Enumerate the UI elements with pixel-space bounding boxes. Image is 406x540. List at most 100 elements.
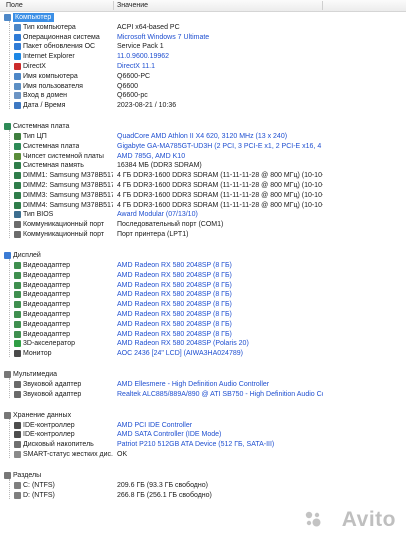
tree-guide-line	[9, 20, 11, 109]
item-row[interactable]: Системная память 16384 МБ (DDR3 SDRAM)	[0, 161, 406, 170]
item-value[interactable]: Gigabyte GA-MA785GT-UD3H (2 PCI, 3 PCI-E…	[117, 142, 323, 151]
column-divider[interactable]	[113, 1, 114, 10]
item-row[interactable]: IDE-контроллер AMD PCI IDE Controller	[0, 421, 406, 430]
section-3[interactable]: Дисплей	[0, 251, 406, 260]
item-row[interactable]: Звуковой адаптер Realtek ALC885/889A/890 …	[0, 390, 406, 399]
windows-icon	[14, 43, 21, 51]
item-row[interactable]: Видеоадаптер AMD Radeon RX 580 2048SP (8 …	[0, 290, 406, 299]
item-label: Дисковый накопитель	[23, 441, 94, 449]
item-row[interactable]: 3D-акселератор AMD Radeon RX 580 2048SP (…	[0, 339, 406, 348]
item-value: Q6600-pc	[117, 92, 148, 100]
item-row[interactable]: DIMM3: Samsung M378B517... 4 ГБ DDR3-1600…	[0, 191, 406, 200]
item-row[interactable]: Имя компьютера Q6600-PC	[0, 72, 406, 81]
item-value: 4 ГБ DDR3-1600 DDR3 SDRAM (11-11-11-28 @…	[117, 191, 323, 199]
item-row[interactable]: Звуковой адаптер AMD Ellesmere - High Def…	[0, 380, 406, 389]
item-value[interactable]: AMD Radeon RX 580 2048SP (8 ГБ)	[117, 271, 232, 280]
item-value[interactable]: AMD Radeon RX 580 2048SP (8 ГБ)	[117, 330, 232, 339]
item-row[interactable]: Тип ЦП QuadCore AMD Athlon II X4 620, 312…	[0, 132, 406, 141]
item-row[interactable]: Internet Explorer 11.0.9600.19962	[0, 52, 406, 61]
item-value[interactable]: AMD Radeon RX 580 2048SP (8 ГБ)	[117, 300, 232, 309]
item-row[interactable]: Чипсет системной платы AMD 785G, AMD K10	[0, 152, 406, 161]
item-row[interactable]: Видеоадаптер AMD Radeon RX 580 2048SP (8 …	[0, 310, 406, 319]
item-value[interactable]: Microsoft Windows 7 Ultimate	[117, 33, 209, 42]
item-row[interactable]: Дата / Время 2023-08-21 / 10:36	[0, 101, 406, 110]
item-value[interactable]: DirectX 11.1	[117, 62, 155, 71]
section-1[interactable]: Компьютер	[0, 13, 406, 22]
tree-guide-line	[9, 130, 11, 238]
memory-icon	[14, 162, 21, 170]
section-4[interactable]: Мультимедиа	[0, 370, 406, 379]
item-row[interactable]: DIMM1: Samsung M378B517... 4 ГБ DDR3-1600…	[0, 171, 406, 180]
value-column-header[interactable]: Значение	[117, 2, 148, 9]
video-adapter-icon	[14, 330, 21, 338]
column-divider[interactable]	[322, 1, 323, 10]
smart-status-icon	[14, 451, 21, 459]
item-value[interactable]: Award Modular (07/13/10)	[117, 210, 198, 219]
item-row[interactable]: Коммуникационный порт Последовательный по…	[0, 220, 406, 229]
section-5[interactable]: Хранение данных	[0, 411, 406, 420]
item-row[interactable]: DIMM4: Samsung M378B517... 4 ГБ DDR3-1600…	[0, 201, 406, 210]
item-label: Видеоадаптер	[23, 320, 71, 328]
item-value[interactable]: AMD Radeon RX 580 2048SP (8 ГБ)	[117, 290, 232, 299]
section-2[interactable]: Системная плата	[0, 122, 406, 131]
item-label: IDE-контроллер	[23, 421, 75, 429]
item-value[interactable]: Patriot P210 512GB ATA Device (512 ГБ, S…	[117, 440, 274, 449]
item-row[interactable]: Видеоадаптер AMD Radeon RX 580 2048SP (8 …	[0, 300, 406, 309]
item-value[interactable]: AMD PCI IDE Controller	[117, 421, 192, 430]
item-row[interactable]: Вход в домен Q6600-pc	[0, 91, 406, 100]
item-value[interactable]: 11.0.9600.19962	[117, 52, 169, 61]
item-row[interactable]: Пакет обновления ОС Service Pack 1	[0, 42, 406, 51]
avito-logo-icon	[305, 511, 321, 527]
item-value[interactable]: AMD Radeon RX 580 2048SP (8 ГБ)	[117, 320, 232, 329]
partition-icon	[14, 491, 21, 499]
item-row[interactable]: IDE-контроллер AMD SATA Controller (IDE M…	[0, 430, 406, 439]
item-value[interactable]: AMD Radeon RX 580 2048SP (8 ГБ)	[117, 261, 232, 270]
item-label: Internet Explorer	[23, 53, 75, 61]
item-row[interactable]: Дисковый накопитель Patriot P210 512GB AT…	[0, 440, 406, 449]
memory-icon	[14, 172, 21, 180]
item-row[interactable]: Системная плата Gigabyte GA-MA785GT-UD3H …	[0, 142, 406, 151]
item-label: Системная плата	[23, 142, 80, 150]
item-label: Коммуникационный порт	[23, 221, 105, 229]
field-column-header[interactable]: Поле	[6, 2, 23, 9]
item-label: Коммуникационный порт	[23, 231, 105, 239]
tree-guide-line	[9, 378, 11, 398]
memory-icon	[14, 182, 21, 190]
item-value[interactable]: AMD Radeon RX 580 2048SP (Polaris 20)	[117, 339, 249, 348]
item-label: C: (NTFS)	[23, 481, 55, 489]
item-row[interactable]: Операционная система Microsoft Windows 7 …	[0, 33, 406, 42]
item-label: Имя компьютера	[23, 72, 78, 80]
item-value[interactable]: AMD Ellesmere - High Definition Audio Co…	[117, 380, 269, 389]
domain-icon	[14, 92, 21, 100]
item-value[interactable]: Realtek ALC885/889A/890 @ ATI SB750 - Hi…	[117, 390, 323, 399]
item-value[interactable]: AOC 2436 [24" LCD] (AIWA3HA024789)	[117, 349, 243, 358]
item-value[interactable]: AMD Radeon RX 580 2048SP (8 ГБ)	[117, 281, 232, 290]
item-row[interactable]: D: (NTFS) 266.8 ГБ (256.1 ГБ свободно)	[0, 491, 406, 500]
item-row[interactable]: Коммуникационный порт Порт принтера (LPT1…	[0, 230, 406, 239]
item-row[interactable]: C: (NTFS) 209.6 ГБ (93.3 ГБ свободно)	[0, 481, 406, 490]
item-row[interactable]: Имя пользователя Q6600	[0, 82, 406, 91]
item-row[interactable]: Видеоадаптер AMD Radeon RX 580 2048SP (8 …	[0, 271, 406, 280]
item-value: Q6600-PC	[117, 72, 151, 80]
item-row[interactable]: DIMM2: Samsung M378B517... 4 ГБ DDR3-1600…	[0, 181, 406, 190]
item-row[interactable]: Видеоадаптер AMD Radeon RX 580 2048SP (8 …	[0, 330, 406, 339]
item-row[interactable]: Монитор AOC 2436 [24" LCD] (AIWA3HA024789…	[0, 349, 406, 358]
item-label: Имя пользователя	[23, 82, 83, 90]
item-row[interactable]: SMART-статус жестких дис... OK	[0, 450, 406, 459]
item-row[interactable]: Видеоадаптер AMD Radeon RX 580 2048SP (8 …	[0, 261, 406, 270]
item-row[interactable]: Тип компьютера ACPI x64-based PC	[0, 23, 406, 32]
item-value[interactable]: AMD Radeon RX 580 2048SP (8 ГБ)	[117, 310, 232, 319]
watermark: Avito	[341, 508, 396, 531]
item-value[interactable]: AMD 785G, AMD K10	[117, 152, 185, 161]
column-header: Поле Значение	[0, 0, 406, 12]
item-row[interactable]: Видеоадаптер AMD Radeon RX 580 2048SP (8 …	[0, 281, 406, 290]
item-label: Дата / Время	[23, 102, 66, 110]
item-value[interactable]: AMD SATA Controller (IDE Mode)	[117, 430, 221, 439]
item-row[interactable]: Видеоадаптер AMD Radeon RX 580 2048SP (8 …	[0, 320, 406, 329]
ide-controller-icon	[14, 421, 21, 429]
item-row[interactable]: DirectX DirectX 11.1	[0, 62, 406, 71]
item-value[interactable]: QuadCore AMD Athlon II X4 620, 3120 MHz …	[117, 132, 287, 141]
section-6[interactable]: Разделы	[0, 471, 406, 480]
item-label: Видеоадаптер	[23, 310, 71, 318]
item-row[interactable]: Тип BIOS Award Modular (07/13/10)	[0, 210, 406, 219]
